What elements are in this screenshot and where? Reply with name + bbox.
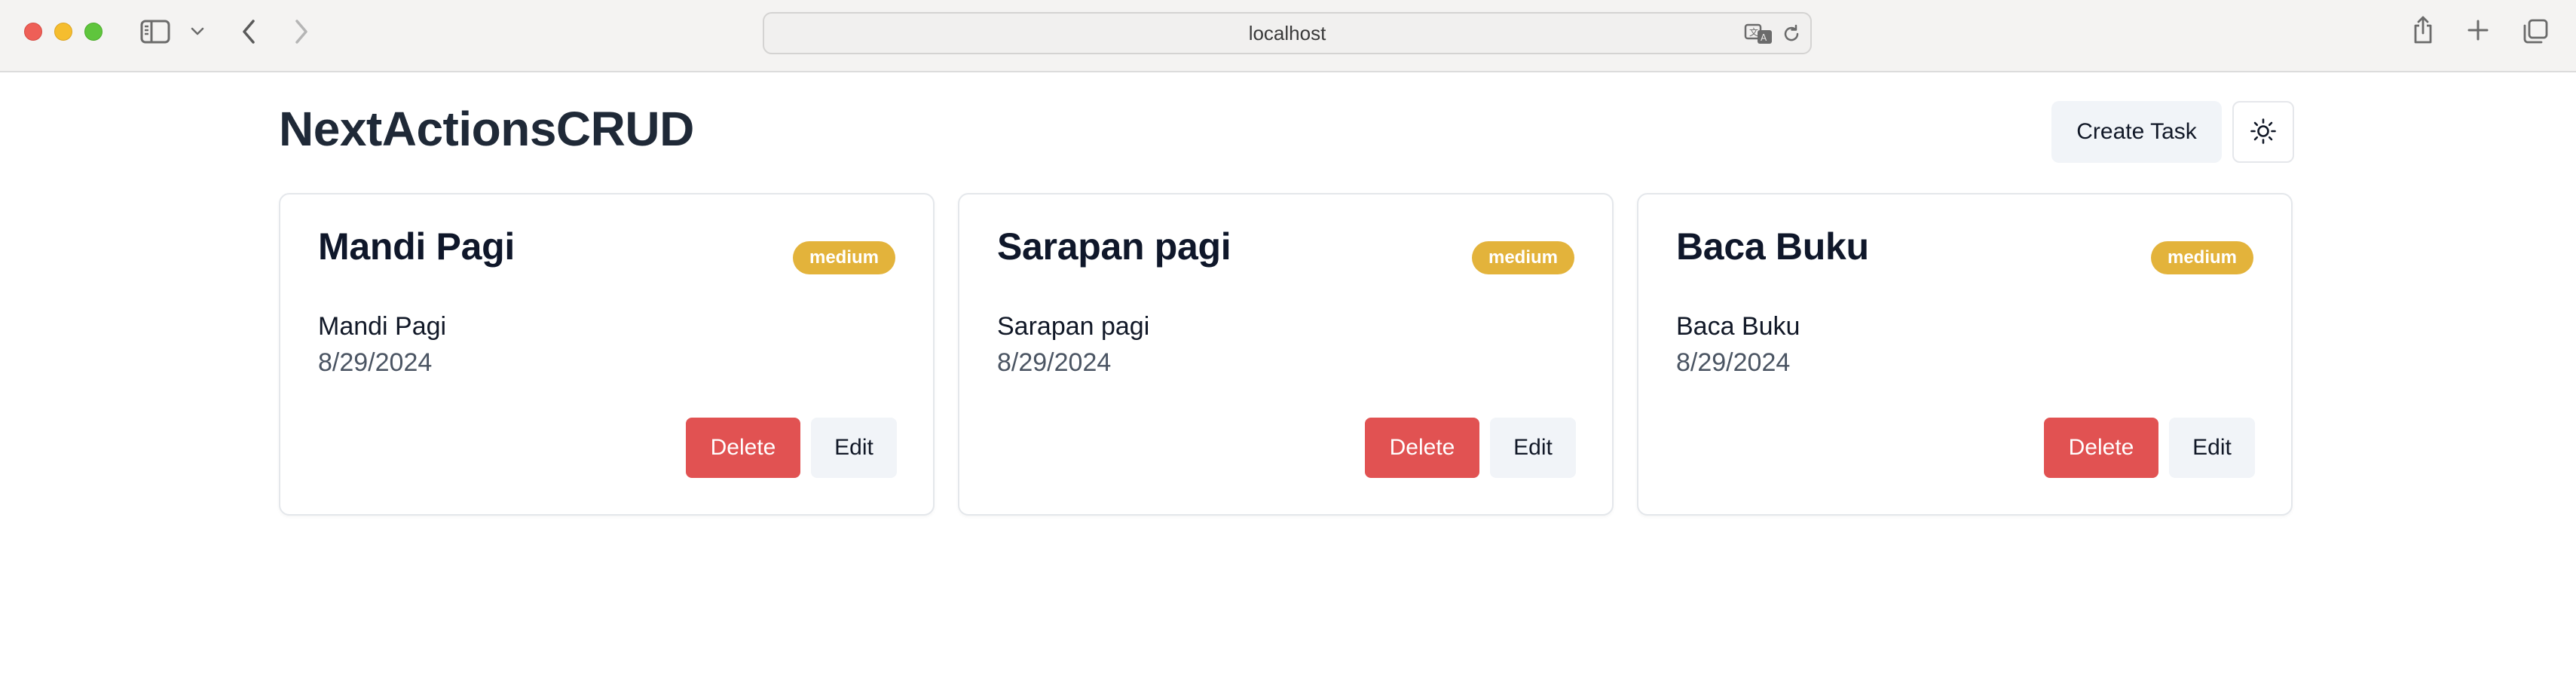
delete-button[interactable]: Delete <box>686 418 800 478</box>
edit-button[interactable]: Edit <box>2169 418 2255 478</box>
chevron-right-icon[interactable] <box>289 17 314 47</box>
delete-button[interactable]: Delete <box>1365 418 1479 478</box>
task-description: Baca Buku <box>1676 312 1800 341</box>
task-description: Mandi Pagi <box>318 312 447 341</box>
window-maximize-button[interactable] <box>84 23 102 41</box>
task-card: Mandi Pagi medium Mandi Pagi 8/29/2024 D… <box>279 193 935 516</box>
page-title: NextActionsCRUD <box>279 102 694 156</box>
svg-text:文: 文 <box>1749 26 1758 38</box>
task-date: 8/29/2024 <box>997 348 1112 377</box>
svg-text:A: A <box>1761 32 1767 43</box>
reload-icon[interactable] <box>1780 23 1803 45</box>
task-title: Baca Buku <box>1676 225 1869 268</box>
address-bar[interactable]: localhost 文 A <box>763 12 1812 54</box>
translate-icon[interactable]: 文 A <box>1744 23 1774 45</box>
share-icon[interactable] <box>2410 14 2436 47</box>
task-title: Mandi Pagi <box>318 225 515 268</box>
task-card: Baca Buku medium Baca Buku 8/29/2024 Del… <box>1637 193 2293 516</box>
edit-button[interactable]: Edit <box>1490 418 1576 478</box>
sidebar-icon[interactable] <box>139 18 172 45</box>
theme-toggle-button[interactable] <box>2232 101 2294 163</box>
browser-toolbar: localhost 文 A <box>0 0 2576 72</box>
task-description: Sarapan pagi <box>997 312 1150 341</box>
task-card: Sarapan pagi medium Sarapan pagi 8/29/20… <box>958 193 1614 516</box>
priority-badge: medium <box>1471 241 1574 274</box>
task-date: 8/29/2024 <box>1676 348 1791 377</box>
tabs-icon[interactable] <box>2520 17 2550 47</box>
window-minimize-button[interactable] <box>54 23 72 41</box>
edit-button[interactable]: Edit <box>811 418 897 478</box>
delete-button[interactable]: Delete <box>2044 418 2158 478</box>
window-close-button[interactable] <box>24 23 42 41</box>
chevron-down-icon[interactable] <box>188 23 207 41</box>
create-task-button[interactable]: Create Task <box>2051 101 2222 163</box>
chevron-left-icon[interactable] <box>237 17 261 47</box>
plus-icon[interactable] <box>2464 17 2492 44</box>
url-text[interactable]: localhost <box>764 14 1810 53</box>
task-date: 8/29/2024 <box>318 348 433 377</box>
priority-badge: medium <box>792 241 895 274</box>
task-title: Sarapan pagi <box>997 225 1231 268</box>
priority-badge: medium <box>2150 241 2253 274</box>
task-list: Mandi Pagi medium Mandi Pagi 8/29/2024 D… <box>279 193 2293 516</box>
sun-icon <box>2250 118 2277 147</box>
